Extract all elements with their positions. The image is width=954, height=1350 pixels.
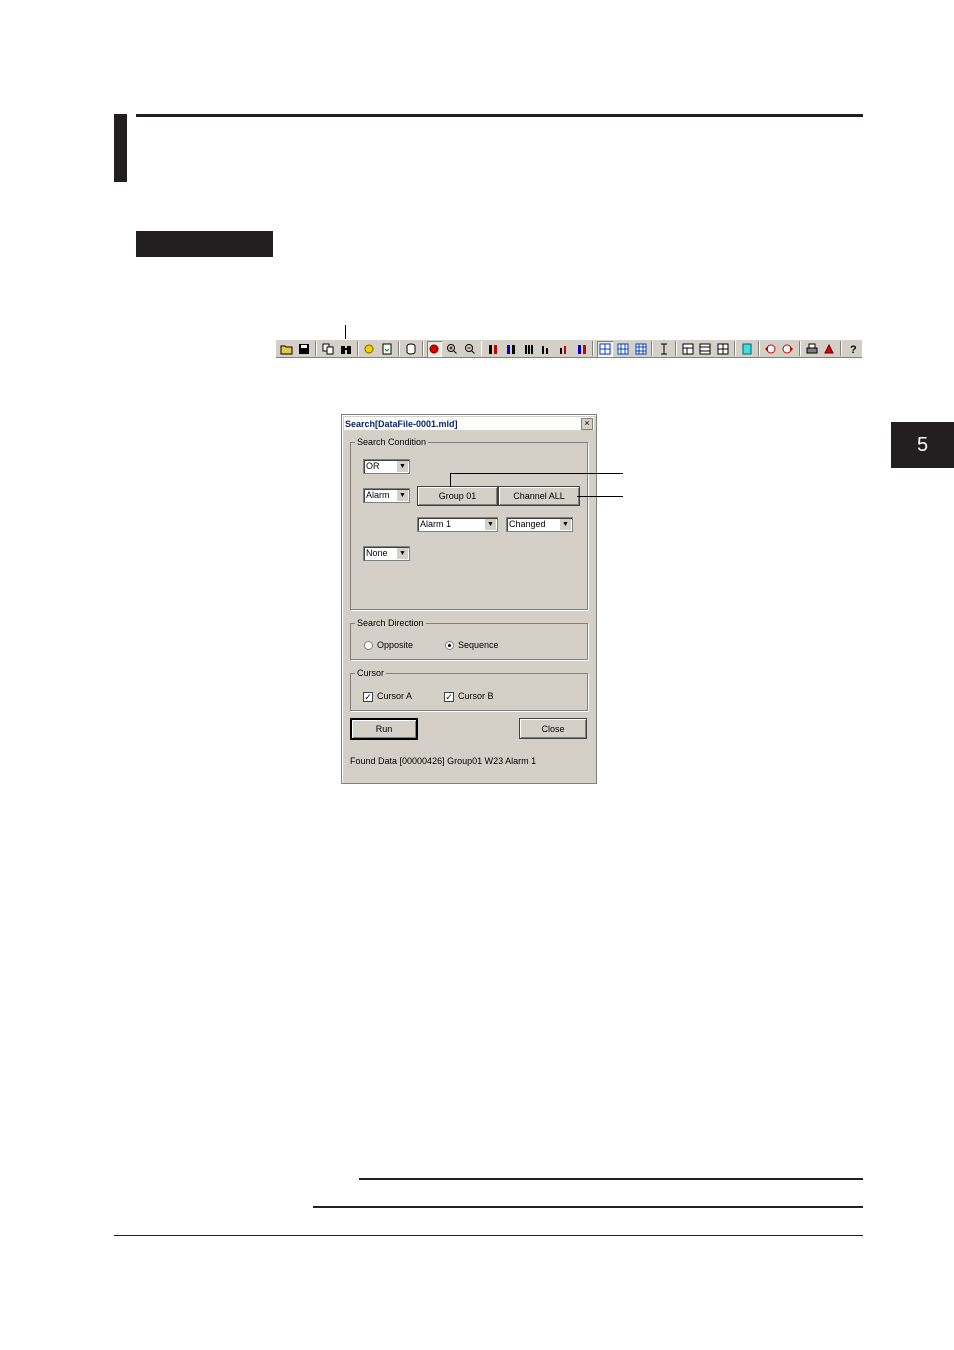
logic-select-value: OR <box>366 461 380 471</box>
alarm-number-select[interactable]: Alarm 1 ▼ <box>417 517 498 532</box>
toolbar-separator <box>798 341 801 356</box>
search-type-value: Alarm <box>366 490 390 500</box>
cursor-a-label: Cursor A <box>377 691 413 701</box>
zoom-in-icon[interactable] <box>444 341 460 357</box>
cursor-group-label: Cursor <box>355 668 387 678</box>
layout-2-icon[interactable] <box>698 341 714 357</box>
grid-3-icon[interactable] <box>633 341 649 357</box>
close-button[interactable]: Close <box>519 718 587 739</box>
status-text: Found Data [00000426] Group01 W23 Alarm … <box>350 756 537 766</box>
record-icon[interactable] <box>426 340 443 357</box>
toolbar-separator <box>315 341 318 356</box>
footer-rule <box>114 1235 863 1236</box>
chapter-number: 5 <box>916 433 929 456</box>
display-4-icon[interactable] <box>538 341 554 357</box>
toolbar-separator <box>397 341 400 356</box>
alarm-state-value: Changed <box>509 519 546 529</box>
bottom-rule-1 <box>359 1178 863 1180</box>
sequence-radio[interactable] <box>445 641 454 650</box>
toolbar-separator <box>592 341 595 356</box>
toolbar-separator <box>733 341 736 356</box>
chapter-tab: 5 <box>891 422 954 468</box>
search-type-select[interactable]: Alarm ▼ <box>363 488 410 503</box>
second-type-select[interactable]: None ▼ <box>363 546 410 561</box>
search-dialog: Search[DataFile-0001.mld] × Search Condi… <box>341 414 597 784</box>
opposite-label: Opposite <box>377 640 414 650</box>
second-type-value: None <box>366 548 388 558</box>
print-icon[interactable] <box>804 341 820 357</box>
callout-line-group-vertical <box>450 473 451 487</box>
chevron-down-icon[interactable]: ▼ <box>484 519 496 530</box>
cursor-b-label: Cursor B <box>458 691 494 701</box>
display-3-icon[interactable] <box>521 341 537 357</box>
layout-1-icon[interactable] <box>680 341 696 357</box>
toolbar-separator <box>675 341 677 356</box>
display-5-icon[interactable] <box>556 341 572 357</box>
toolbar-separator <box>757 341 760 356</box>
toolbar: ? <box>276 339 862 358</box>
search-binoculars-icon[interactable] <box>338 341 354 357</box>
chevron-down-icon[interactable]: ▼ <box>396 461 408 472</box>
zoom-out-icon[interactable] <box>462 341 478 357</box>
sequence-label: Sequence <box>458 640 499 650</box>
cursor-b-checkbox[interactable]: ✓ <box>444 692 454 702</box>
heading-rule <box>136 114 863 117</box>
run-button[interactable]: Run <box>350 718 418 740</box>
svg-text:?: ? <box>850 344 857 355</box>
bottom-rule-2 <box>313 1206 863 1208</box>
next-icon[interactable] <box>780 341 796 357</box>
open-folder-icon[interactable] <box>279 341 295 357</box>
chevron-down-icon[interactable]: ▼ <box>396 490 408 501</box>
chevron-down-icon[interactable]: ▼ <box>396 548 408 559</box>
alarm-state-select[interactable]: Changed ▼ <box>506 517 573 532</box>
display-1-icon[interactable] <box>485 341 501 357</box>
toolbar-separator <box>421 341 424 356</box>
grid-1-icon[interactable] <box>597 340 614 357</box>
toolbar-separator <box>356 341 359 356</box>
display-6-icon[interactable] <box>574 341 590 357</box>
toolbar-separator <box>480 341 483 356</box>
layout-3-icon[interactable] <box>715 341 731 357</box>
alarm-number-value: Alarm 1 <box>420 519 452 529</box>
dialog-titlebar: Search[DataFile-0001.mld] × <box>344 417 594 430</box>
group-button[interactable]: Group 01 <box>417 486 498 506</box>
heading-bar <box>114 114 127 182</box>
cursor-a-checkbox[interactable]: ✓ <box>363 692 373 702</box>
dialog-title: Search[DataFile-0001.mld] <box>345 418 458 429</box>
database-icon[interactable] <box>403 341 419 357</box>
chevron-down-icon[interactable]: ▼ <box>559 519 571 530</box>
opposite-radio[interactable] <box>364 641 373 650</box>
grid-2-icon[interactable] <box>615 341 631 357</box>
callout-line-group-horizontal <box>450 473 623 474</box>
alarm-icon[interactable] <box>822 341 838 357</box>
toolbar-separator <box>840 341 843 356</box>
search-direction-label: Search Direction <box>355 618 426 628</box>
copy-icon[interactable] <box>320 341 336 357</box>
prev-icon[interactable] <box>763 341 779 357</box>
section-tag <box>136 231 273 257</box>
channel-button[interactable]: Channel ALL <box>498 486 580 506</box>
export-icon[interactable] <box>379 341 395 357</box>
cursor-icon[interactable] <box>656 341 672 357</box>
settings-icon[interactable] <box>362 341 378 357</box>
close-icon[interactable]: × <box>581 418 593 430</box>
callout-line-channel <box>577 496 623 497</box>
logic-select[interactable]: OR ▼ <box>363 459 410 474</box>
note-icon[interactable] <box>739 341 755 357</box>
search-condition-label: Search Condition <box>355 437 429 447</box>
toolbar-separator <box>651 341 654 356</box>
help-icon[interactable]: ? <box>845 341 861 357</box>
display-2-icon[interactable] <box>503 341 519 357</box>
save-icon[interactable] <box>297 341 313 357</box>
